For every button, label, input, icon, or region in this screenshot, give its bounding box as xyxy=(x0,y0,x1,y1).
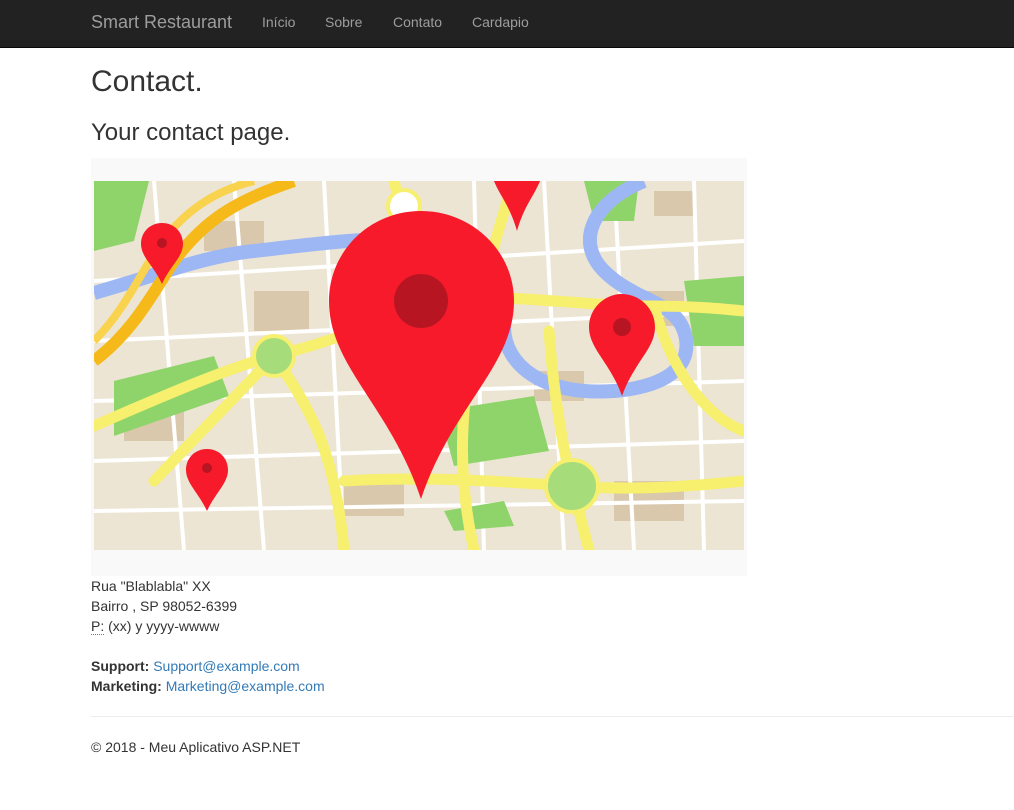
nav-link-cardapio[interactable]: Cardapio xyxy=(472,14,529,30)
footer-copyright: © 2018 - Meu Aplicativo ASP.NET xyxy=(91,739,301,755)
address-city: Bairro , SP 98052-6399 xyxy=(91,598,238,614)
support-email-link[interactable]: Support@example.com xyxy=(153,658,300,674)
page-subtitle: Your contact page. xyxy=(91,119,291,146)
nav-link-contato[interactable]: Contato xyxy=(393,14,442,30)
phone-number: (xx) y yyyy-wwww xyxy=(108,618,220,634)
nav-link-sobre[interactable]: Sobre xyxy=(325,14,362,30)
marketing-line: Marketing: Marketing@example.com xyxy=(91,676,325,696)
footer-divider xyxy=(91,716,1014,717)
phone-label: P: xyxy=(91,618,105,635)
marketing-email-link[interactable]: Marketing@example.com xyxy=(166,678,325,694)
page-title: Contact. xyxy=(91,65,203,98)
navbar-brand[interactable]: Smart Restaurant xyxy=(91,12,232,32)
address-phone-line: P: (xx) y yyyy-wwww xyxy=(91,616,219,636)
support-line: Support: Support@example.com xyxy=(91,656,300,676)
map-image xyxy=(91,158,747,576)
address-street: Rua "Blablabla" XX xyxy=(91,578,211,594)
nav-link-inicio[interactable]: Início xyxy=(262,14,295,30)
navbar: Smart Restaurant Início Sobre Contato Ca… xyxy=(0,0,1014,48)
support-label: Support: xyxy=(91,658,150,674)
marketing-label: Marketing: xyxy=(91,678,162,694)
footer: © 2018 - Meu Aplicativo ASP.NET xyxy=(91,737,300,757)
